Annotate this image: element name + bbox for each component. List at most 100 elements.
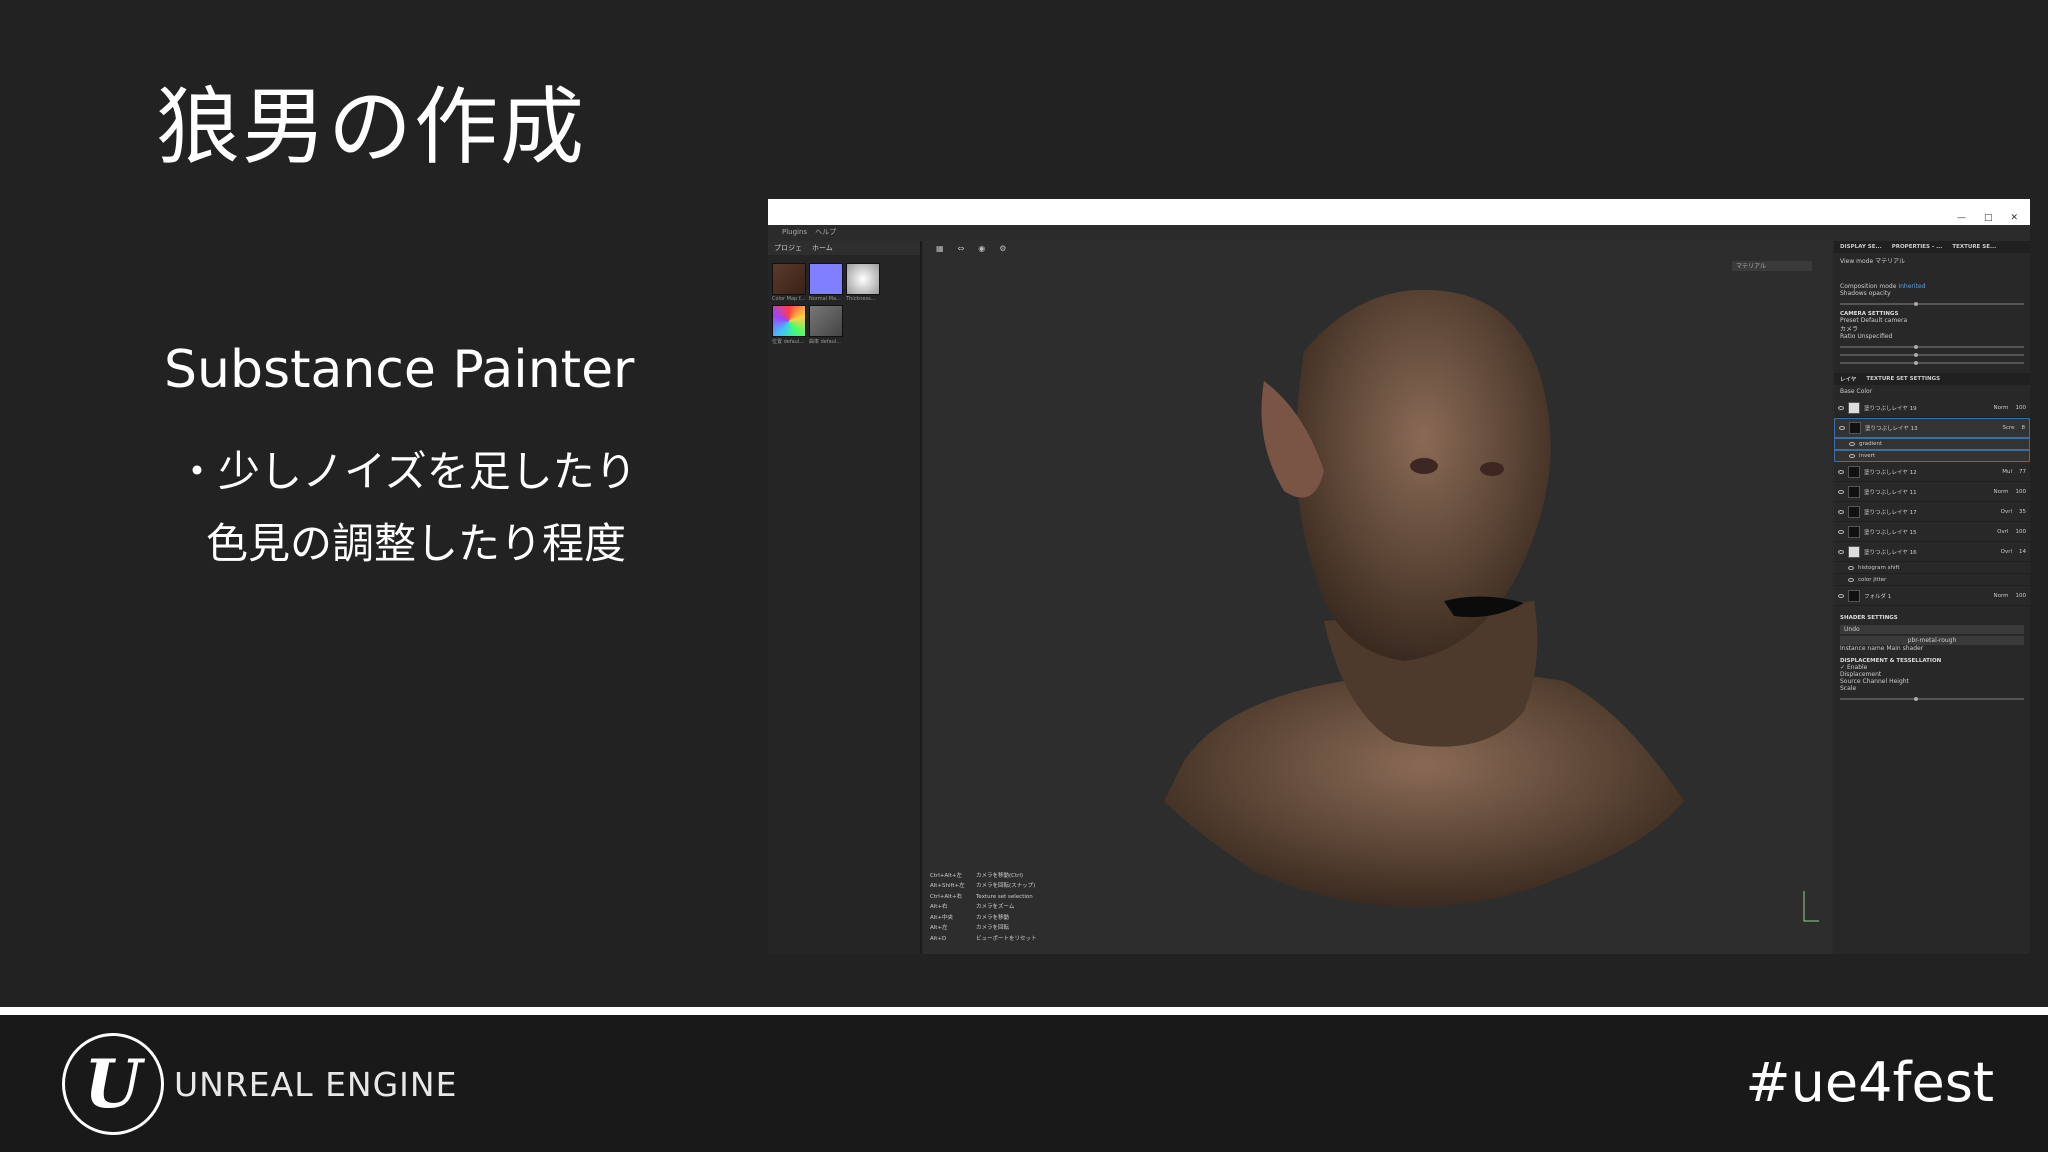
- layer-blend-mode[interactable]: Ovrl: [2001, 509, 2012, 515]
- right-panel: DISPLAY SE... PROPERTIES - ... TEXTURE S…: [1834, 241, 2030, 954]
- thumbnail-color-map[interactable]: Color Map f...: [772, 263, 806, 302]
- layer-effect-row[interactable]: invert: [1834, 450, 2030, 462]
- visibility-eye-icon[interactable]: [1839, 426, 1845, 430]
- layer-blend-mode[interactable]: Scre: [2002, 425, 2014, 431]
- layer-opacity[interactable]: 100: [2016, 489, 2027, 495]
- 3d-viewport[interactable]: ▦ ⇔ ◉ ⚙ マテリアル Ctrl+Alt+左 カメラを移動(Ctrl) Al…: [924, 241, 1832, 954]
- layer-effect-row[interactable]: color jitter: [1834, 574, 2030, 586]
- shortcut-row: Alt+左 カメラを回転: [930, 923, 1037, 934]
- layer-row[interactable]: 塗りつぶしレイヤ 15 Ovrl 100: [1834, 522, 2030, 542]
- scale-slider[interactable]: [1840, 697, 2024, 701]
- enable-checkbox[interactable]: ✓ Enable: [1840, 664, 2024, 671]
- shader-button[interactable]: pbr-metal-rough: [1840, 636, 2024, 645]
- tab-properties[interactable]: PROPERTIES - ...: [1892, 244, 1943, 250]
- layer-opacity[interactable]: 100: [2016, 593, 2027, 599]
- thumbnail-position-map[interactable]: 位置 defaul...: [772, 305, 806, 345]
- shortcut-row: Alt+D ビューポートをリセット: [930, 934, 1037, 945]
- visibility-eye-icon[interactable]: [1849, 454, 1855, 458]
- shortcut-row: Alt+Shift+左 カメラを回転(スナップ): [930, 881, 1037, 892]
- camera-slider[interactable]: [1840, 361, 2024, 365]
- thumbnail-caption: 位置 defaul...: [772, 339, 804, 345]
- source-row[interactable]: Source Channel Height: [1840, 678, 2024, 685]
- shortcut-key: Alt+D: [930, 935, 947, 942]
- visibility-eye-icon[interactable]: [1838, 549, 1844, 554]
- layer-opacity[interactable]: 100: [2016, 405, 2027, 411]
- visibility-eye-icon[interactable]: [1838, 529, 1844, 534]
- tab-home[interactable]: ホーム: [812, 243, 833, 253]
- visibility-eye-icon[interactable]: [1838, 489, 1844, 494]
- shortcut-key: Ctrl+Alt+左: [930, 872, 962, 879]
- layer-opacity[interactable]: 14: [2019, 549, 2026, 555]
- visibility-eye-icon[interactable]: [1838, 509, 1844, 514]
- minimize-icon[interactable]: —: [1957, 213, 1966, 223]
- layer-effect-row[interactable]: histogram shift: [1834, 562, 2030, 574]
- visibility-eye-icon[interactable]: [1848, 565, 1854, 570]
- layer-blend-mode[interactable]: Mul: [2002, 469, 2012, 475]
- maximize-icon[interactable]: □: [1984, 213, 1993, 223]
- displacement-group[interactable]: Displacement: [1840, 671, 2024, 678]
- layer-row[interactable]: 塗りつぶしレイヤ 11 Norm 100: [1834, 482, 2030, 502]
- thumbnail-curvature-map[interactable]: 曲率 defaul...: [809, 305, 843, 345]
- layer-row[interactable]: 塗りつぶしレイヤ 13 Scre 8: [1834, 418, 2030, 438]
- view-mode-row[interactable]: View mode マテリアル: [1840, 256, 2024, 265]
- tab-texture-set[interactable]: TEXTURE SE...: [1952, 244, 1996, 250]
- camera-slider[interactable]: [1840, 353, 2024, 357]
- layer-blend-mode[interactable]: Norm: [1993, 405, 2008, 411]
- ratio-label: Ratio: [1840, 333, 1856, 340]
- shortcut-row: Ctrl+Alt+左 カメラを移動(Ctrl): [930, 871, 1037, 882]
- tab-texture-set-settings[interactable]: TEXTURE SET SETTINGS: [1866, 376, 1940, 382]
- layer-opacity[interactable]: 77: [2019, 469, 2026, 475]
- shortcut-action: カメラを移動: [976, 914, 1010, 921]
- thumbnail-thickness-map[interactable]: Thickness...: [846, 263, 880, 302]
- event-hashtag: #ue4fest: [1745, 1051, 1994, 1114]
- visibility-eye-icon[interactable]: [1848, 577, 1854, 582]
- layer-row[interactable]: 塗りつぶしレイヤ 19 Norm 100: [1834, 398, 2030, 418]
- layer-blend-mode[interactable]: Ovrl: [2001, 549, 2012, 555]
- composition-row[interactable]: Composition mode Inherited: [1840, 283, 2024, 290]
- layer-blend-mode[interactable]: Norm: [1993, 489, 2008, 495]
- visibility-eye-icon[interactable]: [1838, 405, 1844, 410]
- layer-mask-thumbnail: [1848, 401, 1860, 414]
- visibility-eye-icon[interactable]: [1838, 469, 1844, 474]
- shortcut-row: Ctrl+Alt+右 Texture set selection: [930, 892, 1037, 903]
- layer-mask-thumbnail: [1849, 422, 1861, 434]
- layer-blend-mode[interactable]: Norm: [1993, 593, 2008, 599]
- camera-slider[interactable]: [1840, 345, 2024, 349]
- layer-row[interactable]: 塗りつぶしレイヤ 16 Ovrl 14: [1834, 542, 2030, 562]
- menu-bar: Plugins ヘルプ: [768, 225, 928, 239]
- bust-eye-right: [1480, 462, 1504, 476]
- ratio-row[interactable]: Ratio Unspecified: [1840, 333, 2024, 340]
- tab-display-settings[interactable]: DISPLAY SE...: [1840, 244, 1882, 250]
- visibility-eye-icon[interactable]: [1849, 442, 1855, 446]
- layer-blend-mode[interactable]: Ovrl: [1997, 529, 2008, 535]
- layer-row[interactable]: 塗りつぶしレイヤ 12 Mul 77: [1834, 462, 2030, 482]
- source-value: Height: [1889, 678, 1909, 685]
- tab-layers[interactable]: レイヤ: [1840, 375, 1856, 383]
- menu-help[interactable]: ヘルプ: [815, 227, 836, 237]
- layer-opacity[interactable]: 35: [2019, 509, 2026, 515]
- layer-mask-thumbnail: [1848, 589, 1860, 602]
- layer-effect-row[interactable]: gradient: [1834, 438, 2030, 450]
- preset-row[interactable]: Preset Default camera: [1840, 317, 2024, 324]
- shelf-panel: プロジェ ホーム Color Map f... Normal Ma... Thi…: [768, 241, 922, 954]
- layer-row[interactable]: 塗りつぶしレイヤ 17 Ovrl 35: [1834, 502, 2030, 522]
- tab-project[interactable]: プロジェ: [774, 243, 802, 253]
- shadows-slider[interactable]: [1840, 302, 2024, 306]
- display-settings-section: View mode マテリアル Composition mode Inherit…: [1834, 253, 2030, 373]
- menu-plugins[interactable]: Plugins: [782, 228, 807, 236]
- undo-button[interactable]: Undo: [1840, 625, 2024, 634]
- thumbnail-normal-map[interactable]: Normal Ma...: [809, 263, 843, 302]
- layer-opacity[interactable]: 8: [2022, 425, 2026, 431]
- layer-row[interactable]: フォルダ 1 Norm 100: [1834, 586, 2030, 606]
- layer-mask-thumbnail: [1848, 485, 1860, 498]
- shortcut-row: Alt+右 カメラをズーム: [930, 902, 1037, 913]
- instance-row[interactable]: Instance name Main shader: [1840, 645, 2024, 652]
- preset-label: Preset: [1840, 317, 1859, 324]
- channel-select[interactable]: Base Color: [1834, 385, 2030, 398]
- layer-opacity[interactable]: 100: [2016, 529, 2027, 535]
- visibility-eye-icon[interactable]: [1838, 593, 1844, 598]
- layer-name: フォルダ 1: [1864, 593, 1892, 600]
- close-icon[interactable]: ✕: [2010, 213, 2018, 223]
- shadows-label: Shadows opacity: [1840, 290, 1891, 297]
- layer-name: 塗りつぶしレイヤ 15: [1864, 529, 1917, 536]
